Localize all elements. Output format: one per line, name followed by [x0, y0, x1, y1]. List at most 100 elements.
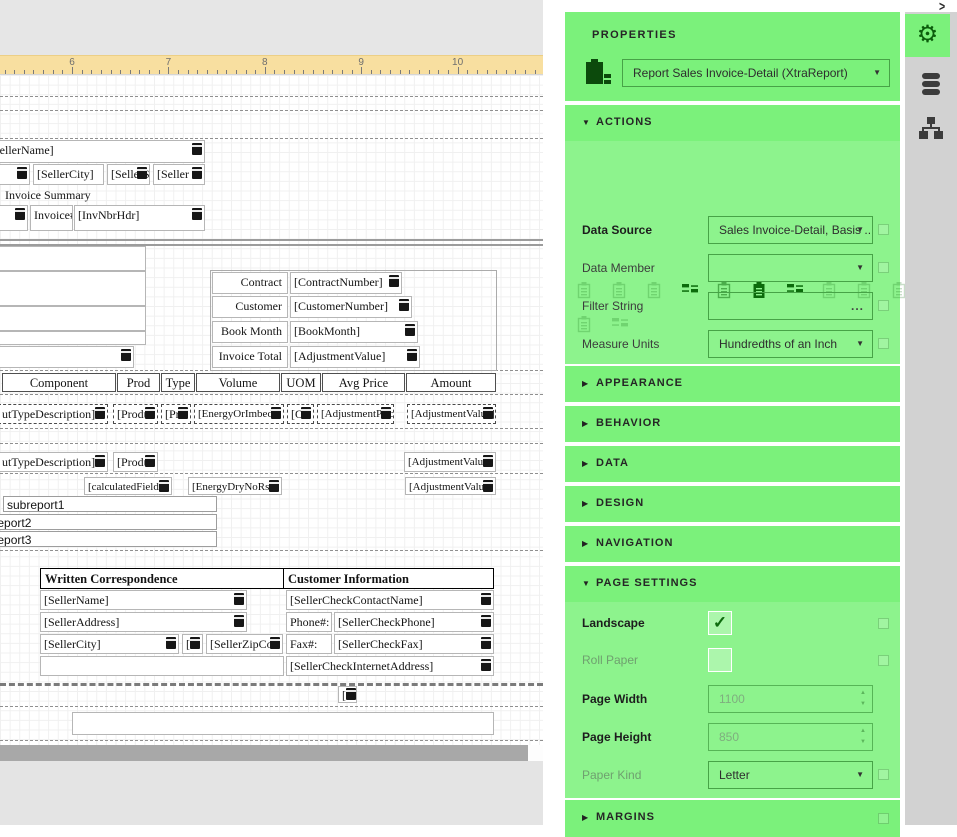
report-control[interactable] [0, 164, 30, 185]
field-smart-tag-icon[interactable] [481, 593, 491, 605]
field-smart-tag-icon[interactable] [166, 637, 176, 649]
field-smart-tag-icon[interactable] [381, 407, 391, 419]
field-smart-tag-icon[interactable] [192, 143, 202, 155]
report-control[interactable]: subreport3 [0, 531, 217, 547]
report-control[interactable]: subreport1 [3, 496, 217, 512]
field-smart-tag-icon[interactable] [192, 167, 202, 179]
field-smart-tag-icon[interactable] [121, 349, 131, 361]
field-smart-tag-icon[interactable] [389, 275, 399, 287]
report-control[interactable]: [SellerAddress] [40, 612, 247, 632]
report-control[interactable] [40, 656, 284, 676]
report-control[interactable]: UOM [281, 373, 321, 392]
field-smart-tag-icon[interactable] [269, 480, 279, 492]
report-control[interactable]: Invoice Total [212, 346, 288, 368]
page-height-input[interactable]: 850 ▲▼ [708, 723, 873, 751]
report-control[interactable]: [AdjustmentValue] [407, 404, 496, 424]
report-control[interactable] [0, 271, 146, 306]
report-control[interactable]: Fax#: [286, 634, 332, 654]
report-control[interactable] [0, 306, 146, 331]
report-control[interactable]: [SellerCheckContactName] [286, 590, 494, 610]
report-design-surface[interactable]: [SellerName][SellerCity][SellerS[SellerI… [0, 75, 543, 745]
report-control[interactable]: [SellerName] [0, 140, 205, 163]
tab-properties[interactable]: ⚙ [905, 14, 950, 57]
report-control[interactable]: subreport2 [0, 514, 217, 530]
report-control[interactable]: utTypeDescription] [0, 452, 108, 472]
report-control[interactable]: [Or [287, 404, 314, 424]
field-smart-tag-icon[interactable] [159, 480, 169, 492]
align-bars-action-icon[interactable] [681, 281, 699, 299]
field-smart-tag-icon[interactable] [483, 455, 493, 467]
field-smart-tag-icon[interactable] [95, 407, 105, 419]
section-margins-header[interactable]: ▶ MARGINS [565, 800, 900, 837]
field-smart-tag-icon[interactable] [270, 637, 280, 649]
roll-paper-checkbox[interactable] [708, 648, 732, 672]
report-control[interactable]: Type [161, 373, 195, 392]
field-smart-tag-icon[interactable] [95, 455, 105, 467]
field-smart-tag-icon[interactable] [15, 208, 25, 220]
report-control[interactable]: [Produc [113, 452, 158, 472]
report-control[interactable]: [AdjustmentPrice [317, 404, 394, 424]
report-control[interactable] [72, 712, 494, 735]
field-smart-tag-icon[interactable] [145, 455, 155, 467]
section-appearance-header[interactable]: ▶APPEARANCE [565, 366, 900, 402]
report-control[interactable]: [Seller [153, 164, 205, 185]
align-bars-action-icon[interactable] [611, 315, 629, 333]
report-control[interactable]: [InvNbrHdr] [74, 205, 205, 231]
field-smart-tag-icon[interactable] [399, 299, 409, 311]
report-control[interactable]: Volume [196, 373, 280, 392]
field-smart-tag-icon[interactable] [234, 615, 244, 627]
spinner-arrows-icon[interactable]: ▲▼ [860, 688, 866, 710]
field-smart-tag-icon[interactable] [481, 615, 491, 627]
section-navigation-header[interactable]: ▶NAVIGATION [565, 526, 900, 562]
report-control[interactable]: Phone#: [286, 612, 332, 632]
tab-field-list[interactable] [919, 72, 943, 103]
report-control[interactable]: Written Correspondence [40, 568, 284, 589]
paper-kind-dropdown[interactable]: Letter ▼ [708, 761, 873, 789]
ellipsis-button[interactable]: ... [851, 293, 864, 319]
field-smart-tag-icon[interactable] [301, 407, 311, 419]
field-smart-tag-icon[interactable] [192, 208, 202, 220]
section-page-settings-header[interactable]: ▼ PAGE SETTINGS [565, 566, 900, 602]
report-control[interactable]: ] [0, 205, 28, 231]
clipboard-action-icon[interactable] [611, 281, 629, 299]
report-control[interactable]: [EnergyOrImbed] [194, 404, 284, 424]
landscape-checkbox[interactable]: ✓ [708, 611, 732, 635]
report-control[interactable]: [calculatedField1 [84, 477, 172, 495]
horizontal-scrollbar-thumb[interactable] [0, 745, 528, 761]
report-control[interactable]: [ [338, 686, 357, 703]
report-control[interactable]: [EnergyDryNoRsv [188, 477, 282, 495]
report-control[interactable]: [SellerCity] [33, 164, 104, 185]
data-member-dropdown[interactable]: ▼ [708, 254, 873, 282]
report-control[interactable]: [SellerZipCod [206, 634, 283, 654]
page-width-input[interactable]: 1100 ▲▼ [708, 685, 873, 713]
report-control[interactable]: Component [2, 373, 116, 392]
report-control[interactable] [0, 246, 146, 271]
clipboard-action-icon[interactable] [576, 281, 594, 299]
section-design-header[interactable]: ▶DESIGN [565, 486, 900, 522]
section-data-header[interactable]: ▶DATA [565, 446, 900, 482]
report-control[interactable]: [SellerCheckInternetAddress] [286, 656, 494, 676]
horizontal-scrollbar-track[interactable] [0, 745, 543, 761]
section-behavior-header[interactable]: ▶BEHAVIOR [565, 406, 900, 442]
field-smart-tag-icon[interactable] [407, 349, 417, 361]
field-smart-tag-icon[interactable] [234, 593, 244, 605]
report-control[interactable]: Prod [117, 373, 160, 392]
report-control[interactable]: [SellerS [107, 164, 150, 185]
filter-string-input[interactable]: ... [708, 292, 873, 320]
report-control[interactable]: [S [182, 634, 203, 654]
field-smart-tag-icon[interactable] [190, 637, 200, 649]
report-control[interactable] [0, 346, 134, 368]
clipboard-action-icon[interactable] [646, 281, 664, 299]
report-control[interactable]: Invoice#: [30, 205, 73, 231]
report-control[interactable] [0, 331, 146, 345]
tab-report-structure[interactable] [919, 117, 943, 144]
field-smart-tag-icon[interactable] [17, 167, 27, 179]
report-control[interactable]: Customer [212, 296, 288, 318]
field-smart-tag-icon[interactable] [481, 659, 491, 671]
field-smart-tag-icon[interactable] [405, 324, 415, 336]
report-control[interactable]: [SellerCheckPhone] [334, 612, 494, 632]
report-control[interactable]: [SellerCity] [40, 634, 179, 654]
report-control[interactable]: [BookMonth] [290, 321, 418, 343]
report-control[interactable]: Invoice Summary [2, 186, 102, 203]
measure-units-dropdown[interactable]: Hundredths of an Inch ▼ [708, 330, 873, 358]
